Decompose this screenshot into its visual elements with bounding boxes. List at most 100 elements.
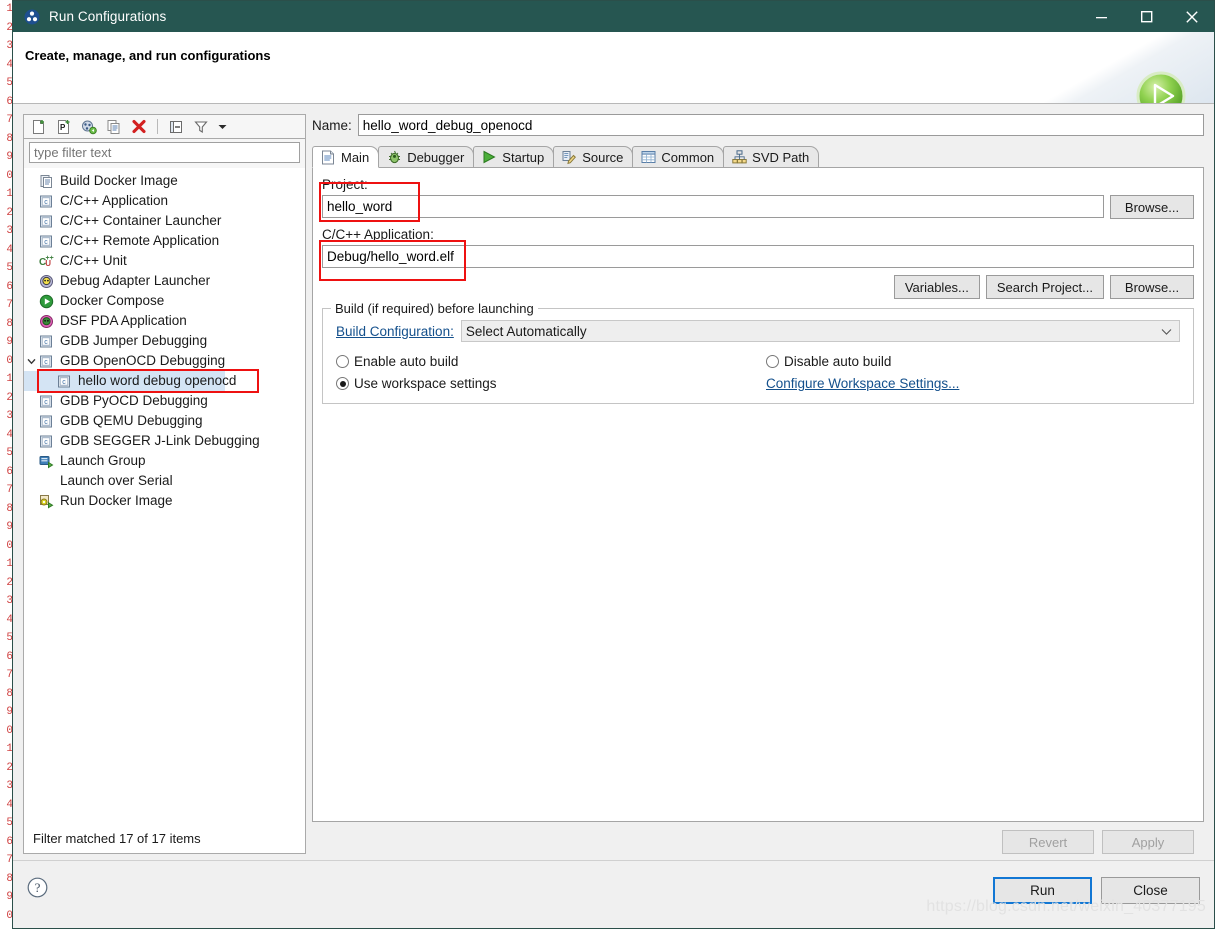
launch-configurations-tree[interactable]: Build Docker ImagecC/C++ ApplicationcC/C… [23, 168, 306, 854]
dialog-footer: ? Run Close https://blog.csdn.net/weixin… [13, 860, 1214, 928]
close-button[interactable]: Close [1101, 877, 1200, 904]
project-label: Project: [322, 177, 1194, 192]
c-app-icon: c [38, 233, 55, 249]
tree-item[interactable]: CU++C/C++ Unit [24, 251, 305, 271]
chevron-down-icon [1161, 324, 1172, 339]
common-table-icon [640, 150, 656, 165]
window-controls [1079, 1, 1214, 32]
run-button[interactable]: Run [993, 877, 1092, 904]
c-app-icon: c [38, 433, 55, 449]
tree-item[interactable]: DSF PDA Application [24, 311, 305, 331]
build-configuration-row: Build Configuration: Select Automaticall… [336, 320, 1180, 342]
tree-item[interactable]: Run Docker Image [24, 491, 305, 511]
svg-text:c: c [44, 419, 48, 426]
new-prototype-icon[interactable]: P [53, 117, 75, 137]
svd-path-hierarchy-icon [731, 150, 747, 165]
configure-workspace-settings-link[interactable]: Configure Workspace Settings... [766, 376, 959, 391]
c-app-icon: c [38, 193, 55, 209]
svg-text:c: c [44, 199, 48, 206]
toolbar-separator [157, 119, 158, 134]
dialog-titlebar: Run Configurations [13, 1, 1214, 32]
page-title: Create, manage, and run configurations [25, 48, 271, 63]
tree-item-label: GDB QEMU Debugging [60, 413, 203, 429]
duplicate-icon[interactable] [103, 117, 125, 137]
config-tabs: MainDebuggerStartup Source CommonSVD Path [312, 145, 1204, 167]
config-name-row: Name: [312, 114, 1204, 136]
filter-match-status: Filter matched 17 of 17 items [33, 831, 201, 846]
apply-button[interactable]: Apply [1102, 830, 1194, 854]
radio-use-workspace-settings[interactable]: Use workspace settings [336, 376, 766, 391]
svg-text:c: c [44, 359, 48, 366]
filter-icon[interactable] [190, 117, 212, 137]
svg-text:?: ? [35, 880, 41, 895]
project-browse-button[interactable]: Browse... [1110, 195, 1194, 219]
tree-item-label: GDB SEGGER J-Link Debugging [60, 433, 260, 449]
config-name-input[interactable] [358, 114, 1204, 136]
tree-item[interactable]: Launch Group [24, 451, 305, 471]
tree-item-label: C/C++ Unit [60, 253, 127, 269]
application-input[interactable] [322, 245, 1194, 268]
tree-item[interactable]: Docker Compose [24, 291, 305, 311]
project-input[interactable] [322, 195, 1104, 218]
tree-item-label: GDB OpenOCD Debugging [60, 353, 225, 369]
tree-item[interactable]: chello word debug openocd [24, 371, 225, 391]
search-input[interactable] [29, 142, 300, 163]
tree-item[interactable]: c GDB SEGGER J-Link Debugging [24, 431, 305, 451]
tree-item[interactable]: Debug Adapter Launcher [24, 271, 305, 291]
tree-item[interactable]: cC/C++ Container Launcher [24, 211, 305, 231]
build-options-grid: Enable auto build Disable auto build Use… [336, 354, 1180, 391]
apply-revert-bar: Revert Apply [312, 822, 1204, 854]
tree-item[interactable]: cGDB Jumper Debugging [24, 331, 305, 351]
radio-disable-auto-build-indicator [766, 355, 779, 368]
tab-common[interactable]: Common [632, 146, 724, 167]
variables-button[interactable]: Variables... [894, 275, 980, 299]
tree-item-label: C/C++ Container Launcher [60, 213, 221, 229]
tree-item[interactable]: cC/C++ Application [24, 191, 305, 211]
maximize-icon[interactable] [1124, 1, 1169, 32]
tab-svd-path[interactable]: SVD Path [723, 146, 819, 167]
main-document-icon [320, 150, 336, 165]
tree-item[interactable]: c GDB OpenOCD Debugging [24, 351, 305, 371]
tree-item[interactable]: Build Docker Image [24, 171, 305, 191]
revert-button[interactable]: Revert [1002, 830, 1094, 854]
tree-item-label: DSF PDA Application [60, 313, 187, 329]
tree-item[interactable]: c C/C++ Remote Application [24, 231, 305, 251]
export-icon[interactable] [78, 117, 100, 137]
close-icon[interactable] [1169, 1, 1214, 32]
tree-item[interactable]: cGDB PyOCD Debugging [24, 391, 305, 411]
view-menu-caret-icon[interactable] [215, 117, 230, 137]
config-editor-panel: Name: MainDebuggerStartup Source CommonSVD… [312, 114, 1204, 854]
build-configuration-select[interactable]: Select Automatically [461, 320, 1180, 342]
tab-startup[interactable]: Startup [473, 146, 554, 167]
docker-build-icon [38, 173, 55, 189]
build-configuration-link[interactable]: Build Configuration: [336, 324, 454, 339]
radio-disable-auto-build[interactable]: Disable auto build [766, 354, 1180, 369]
help-question-icon[interactable]: ? [27, 877, 48, 898]
tree-toolbar: P [23, 114, 306, 138]
tab-label: Source [582, 150, 623, 165]
chevron-down-icon[interactable] [24, 354, 38, 368]
c-app-icon: c [38, 393, 55, 409]
dialog-body: P [13, 104, 1214, 854]
tab-source[interactable]: Source [553, 146, 633, 167]
debugger-bug-icon [386, 150, 402, 165]
tree-item-label: C/C++ Remote Application [60, 233, 219, 249]
application-browse-button[interactable]: Browse... [1110, 275, 1194, 299]
application-label: C/C++ Application: [322, 227, 1194, 242]
new-launch-configuration-icon[interactable] [28, 117, 50, 137]
svg-text:c: c [44, 239, 48, 246]
tree-item[interactable]: c GDB QEMU Debugging [24, 411, 305, 431]
launch-group-icon [38, 453, 55, 469]
docker-compose-icon [38, 293, 55, 309]
tab-debugger[interactable]: Debugger [378, 146, 474, 167]
run-configurations-icon [24, 9, 40, 25]
tree-item-label: hello word debug openocd [78, 373, 236, 389]
search-project-button[interactable]: Search Project... [986, 275, 1104, 299]
collapse-all-icon[interactable] [165, 117, 187, 137]
radio-enable-auto-build[interactable]: Enable auto build [336, 354, 766, 369]
dialog-header: Create, manage, and run configurations [13, 32, 1214, 104]
tree-item[interactable]: Launch over Serial [24, 471, 305, 491]
tab-main[interactable]: Main [312, 146, 379, 168]
minimize-icon[interactable] [1079, 1, 1124, 32]
delete-icon[interactable] [128, 117, 150, 137]
